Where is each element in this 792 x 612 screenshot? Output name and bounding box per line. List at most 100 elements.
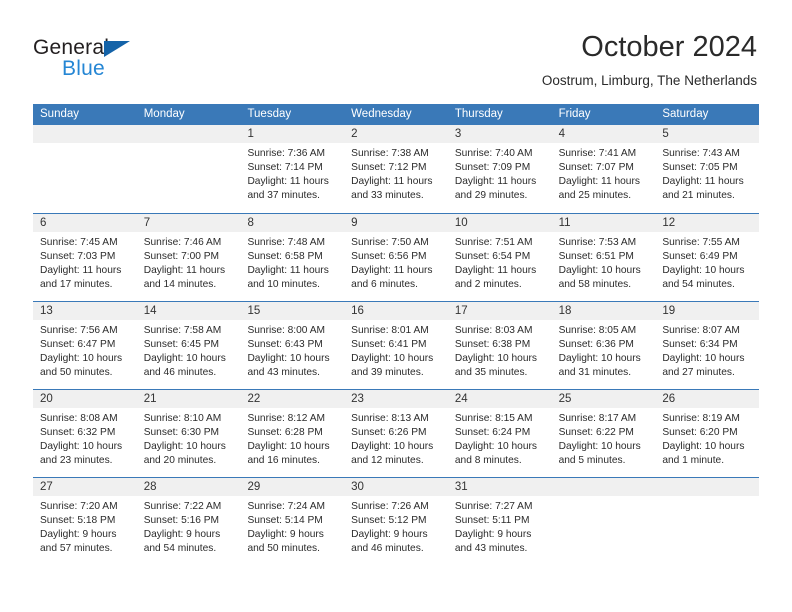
calendar-day-cell[interactable]: 12 Sunrise: 7:55 AM Sunset: 6:49 PM Dayligh… — [655, 214, 760, 301]
day-sun-info: Sunrise: 8:03 AM Sunset: 6:38 PM Daylight:… — [448, 320, 552, 380]
calendar-day-cell[interactable]: 9 Sunrise: 7:50 AM Sunset: 6:56 PM Daylight… — [344, 214, 448, 301]
day-number-band: 4 — [551, 125, 656, 143]
daylight-duration-line2: and 37 minutes. — [247, 190, 320, 202]
day-sun-info: Sunrise: 7:27 AM Sunset: 5:11 PM Daylight:… — [448, 496, 552, 556]
daylight-duration-line2: and 43 minutes. — [454, 543, 528, 555]
day-number-band: 27 — [33, 478, 137, 496]
calendar-day-cell[interactable]: 5 Sunrise: 7:43 AM Sunset: 7:05 PM Daylight… — [655, 125, 760, 213]
general-blue-logo[interactable]: General Blue — [33, 36, 163, 88]
weekday-header-friday: Friday — [558, 108, 591, 120]
day-number: 27 — [40, 481, 53, 493]
day-number: 26 — [662, 393, 676, 405]
sunset-time: Sunset: 6:56 PM — [351, 251, 427, 263]
sunrise-time: Sunrise: 7:50 AM — [351, 237, 429, 248]
day-number: 6 — [40, 217, 47, 229]
calendar-day-cell[interactable]: 26 Sunrise: 8:19 AM Sunset: 6:20 PM Dayligh… — [655, 390, 760, 477]
sunrise-time: Sunrise: 8:19 AM — [662, 413, 740, 424]
daylight-duration-line2: and 12 minutes. — [351, 455, 424, 467]
day-number: 2 — [351, 128, 358, 140]
weekday-header-row: Sunday Monday Tuesday Wednesday Thursday… — [33, 104, 759, 125]
calendar-day-cell[interactable]: 25 Sunrise: 8:17 AM Sunset: 6:22 PM Dayligh… — [551, 390, 656, 477]
sunset-time: Sunset: 7:09 PM — [454, 162, 531, 174]
sunrise-time: Sunrise: 7:53 AM — [558, 237, 637, 248]
day-sun-info: Sunrise: 8:15 AM Sunset: 6:24 PM Daylight:… — [448, 408, 552, 468]
daylight-duration-line2: and 33 minutes. — [351, 190, 424, 202]
calendar-day-cell[interactable]: 11 Sunrise: 7:53 AM Sunset: 6:51 PM Dayligh… — [551, 214, 656, 301]
day-sun-info: Sunrise: 7:58 AM Sunset: 6:45 PM Daylight:… — [137, 320, 241, 380]
calendar-day-cell[interactable]: 10 Sunrise: 7:51 AM Sunset: 6:54 PM Dayligh… — [447, 214, 552, 301]
calendar-day-cell[interactable]: 27 Sunrise: 7:20 AM Sunset: 5:18 PM Dayligh… — [33, 478, 137, 565]
calendar-day-cell[interactable]: 1 Sunrise: 7:36 AM Sunset: 7:14 PM Daylight… — [240, 125, 345, 213]
daylight-duration-line1: Daylight: 10 hours — [558, 353, 641, 365]
page-subtitle: Oostrum, Limburg, The Netherlands — [541, 73, 757, 88]
calendar-day-cell[interactable]: 30 Sunrise: 7:26 AM Sunset: 5:12 PM Dayligh… — [344, 478, 448, 565]
day-number-band: 14 — [136, 302, 241, 320]
daylight-duration-line2: and 23 minutes. — [40, 455, 113, 467]
calendar-day-cell-empty — [551, 478, 656, 565]
daylight-duration-line1: Daylight: 11 hours — [351, 265, 433, 277]
calendar-day-cell[interactable]: 14 Sunrise: 7:58 AM Sunset: 6:45 PM Dayligh… — [136, 302, 241, 389]
calendar-day-cell[interactable]: 19 Sunrise: 8:07 AM Sunset: 6:34 PM Dayligh… — [655, 302, 760, 389]
daylight-duration-line1: Daylight: 11 hours — [247, 176, 329, 188]
calendar-day-cell-empty — [655, 478, 760, 565]
calendar-day-cell[interactable]: 16 Sunrise: 8:01 AM Sunset: 6:41 PM Dayligh… — [344, 302, 448, 389]
calendar-day-cell[interactable]: 28 Sunrise: 7:22 AM Sunset: 5:16 PM Dayligh… — [136, 478, 241, 565]
calendar-day-cell[interactable]: 4 Sunrise: 7:41 AM Sunset: 7:07 PM Daylight… — [551, 125, 656, 213]
daylight-duration-line1: Daylight: 10 hours — [40, 353, 123, 365]
page-header: General Blue October 2024 Oostrum, Limbu… — [0, 0, 792, 104]
sunrise-time: Sunrise: 7:55 AM — [662, 237, 740, 248]
day-number: 24 — [454, 393, 468, 405]
day-number-band: 28 — [136, 478, 241, 496]
calendar-day-cell[interactable]: 18 Sunrise: 8:05 AM Sunset: 6:36 PM Dayligh… — [551, 302, 656, 389]
sunrise-time: Sunrise: 8:17 AM — [558, 413, 637, 424]
sunset-time: Sunset: 6:41 PM — [351, 339, 427, 351]
day-sun-info: Sunrise: 7:50 AM Sunset: 6:56 PM Daylight:… — [344, 232, 448, 292]
day-number: 19 — [662, 305, 676, 317]
sunset-time: Sunset: 7:00 PM — [143, 251, 220, 263]
calendar-day-cell[interactable]: 20 Sunrise: 8:08 AM Sunset: 6:32 PM Dayligh… — [33, 390, 137, 477]
calendar-day-cell[interactable]: 24 Sunrise: 8:15 AM Sunset: 6:24 PM Dayligh… — [447, 390, 552, 477]
day-sun-info: Sunrise: 7:45 AM Sunset: 7:03 PM Daylight:… — [33, 232, 137, 292]
sunrise-time: Sunrise: 7:58 AM — [143, 325, 222, 336]
calendar-day-cell[interactable]: 2 Sunrise: 7:38 AM Sunset: 7:12 PM Daylight… — [344, 125, 448, 213]
calendar-day-cell[interactable]: 23 Sunrise: 8:13 AM Sunset: 6:26 PM Dayligh… — [344, 390, 448, 477]
calendar-day-cell[interactable]: 15 Sunrise: 8:00 AM Sunset: 6:43 PM Dayligh… — [240, 302, 345, 389]
daylight-duration-line2: and 17 minutes. — [40, 279, 113, 291]
sunrise-time: Sunrise: 8:15 AM — [454, 413, 533, 424]
daylight-duration-line2: and 35 minutes. — [454, 367, 528, 379]
day-sun-info: Sunrise: 7:38 AM Sunset: 7:12 PM Daylight:… — [344, 143, 448, 203]
calendar-day-cell[interactable]: 29 Sunrise: 7:24 AM Sunset: 5:14 PM Dayligh… — [240, 478, 345, 565]
daylight-duration-line1: Daylight: 10 hours — [454, 441, 537, 453]
calendar-day-cell[interactable]: 13 Sunrise: 7:56 AM Sunset: 6:47 PM Dayligh… — [33, 302, 137, 389]
calendar-grid: Sunday Monday Tuesday Wednesday Thursday… — [33, 104, 760, 565]
title-block: October 2024 Oostrum, Limburg, The Nethe… — [542, 30, 757, 89]
sunset-time: Sunset: 6:51 PM — [558, 251, 634, 263]
day-sun-info: Sunrise: 7:22 AM Sunset: 5:16 PM Daylight:… — [137, 496, 241, 556]
day-number-band: 30 — [344, 478, 448, 496]
day-sun-info: Sunrise: 8:01 AM Sunset: 6:41 PM Daylight:… — [344, 320, 448, 380]
sunset-time: Sunset: 6:28 PM — [247, 427, 323, 439]
sunrise-time: Sunrise: 7:20 AM — [40, 501, 118, 512]
calendar-day-cell[interactable]: 22 Sunrise: 8:12 AM Sunset: 6:28 PM Dayligh… — [240, 390, 345, 477]
calendar-day-cell[interactable]: 17 Sunrise: 8:03 AM Sunset: 6:38 PM Dayligh… — [447, 302, 552, 389]
calendar-day-cell[interactable]: 8 Sunrise: 7:48 AM Sunset: 6:58 PM Daylight… — [240, 214, 345, 301]
daylight-duration-line1: Daylight: 11 hours — [143, 265, 226, 277]
daylight-duration-line2: and 14 minutes. — [143, 279, 217, 291]
day-sun-info: Sunrise: 8:12 AM Sunset: 6:28 PM Daylight:… — [240, 408, 344, 468]
day-number-band: 25 — [551, 390, 656, 408]
sunset-time: Sunset: 6:24 PM — [454, 427, 531, 439]
sunrise-time: Sunrise: 7:56 AM — [40, 325, 118, 336]
day-number-band: 21 — [136, 390, 241, 408]
day-number-band: 6 — [33, 214, 137, 232]
calendar-day-cell[interactable]: 21 Sunrise: 8:10 AM Sunset: 6:30 PM Dayligh… — [136, 390, 241, 477]
day-number-band: 1 — [240, 125, 345, 143]
daylight-duration-line2: and 58 minutes. — [558, 279, 632, 291]
daylight-duration-line2: and 54 minutes. — [662, 279, 735, 291]
calendar-day-cell[interactable]: 7 Sunrise: 7:46 AM Sunset: 7:00 PM Daylight… — [136, 214, 241, 301]
calendar-day-cell[interactable]: 6 Sunrise: 7:45 AM Sunset: 7:03 PM Daylight… — [33, 214, 137, 301]
daylight-duration-line1: Daylight: 10 hours — [143, 441, 226, 453]
calendar-day-cell[interactable]: 3 Sunrise: 7:40 AM Sunset: 7:09 PM Daylight… — [447, 125, 552, 213]
sunrise-time: Sunrise: 8:01 AM — [351, 325, 429, 336]
calendar-day-cell[interactable]: 31 Sunrise: 7:27 AM Sunset: 5:11 PM Dayligh… — [447, 478, 552, 565]
sunset-time: Sunset: 6:58 PM — [247, 251, 323, 263]
